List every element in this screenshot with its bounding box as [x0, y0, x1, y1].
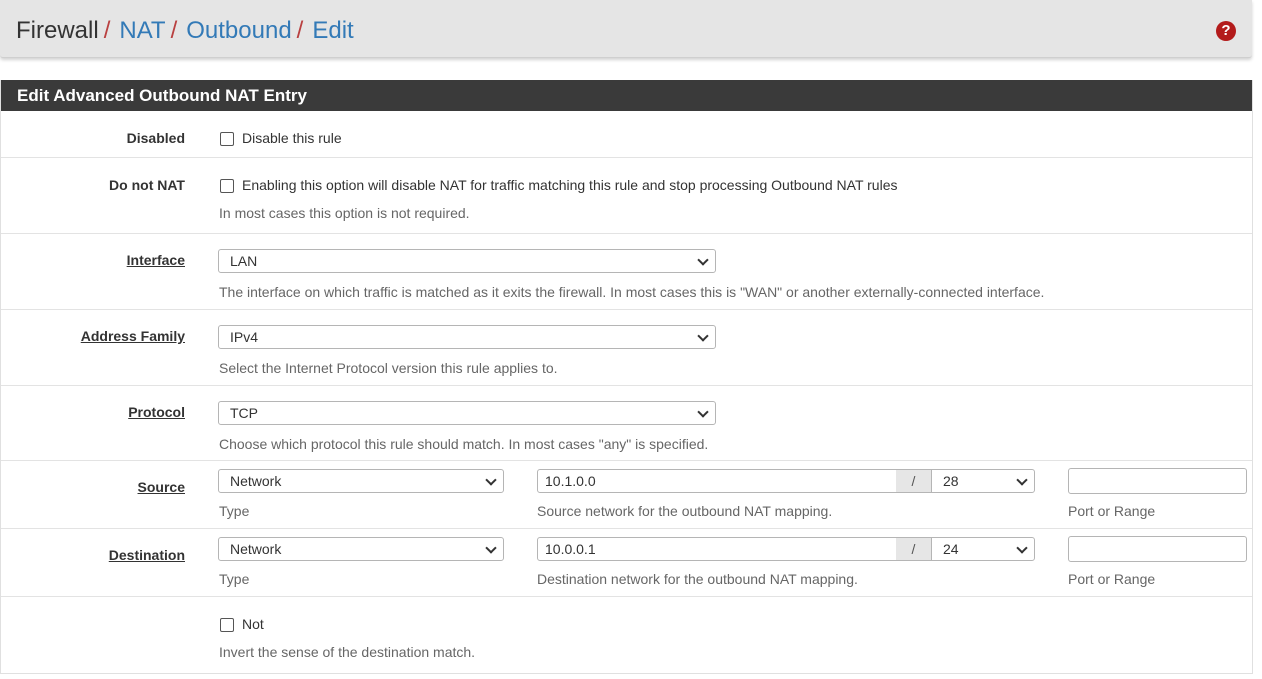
row-destination: Destination Network Type 10.0.0.1 / 24 D… — [1, 529, 1252, 597]
destination-address-input[interactable]: 10.0.0.1 — [537, 537, 897, 561]
breadcrumb-separator: / — [103, 17, 111, 44]
destination-address-help: Destination network for the outbound NAT… — [537, 571, 858, 587]
destination-mask-select[interactable]: 24 — [931, 537, 1035, 561]
address-family-help: Select the Internet Protocol version thi… — [219, 360, 558, 376]
disable-rule-checkbox[interactable] — [220, 132, 234, 146]
disabled-label: Disabled — [126, 130, 185, 146]
address-family-label[interactable]: Address Family — [81, 328, 185, 344]
chevron-down-icon — [697, 330, 709, 342]
protocol-help: Choose which protocol this rule should m… — [219, 436, 709, 452]
chevron-down-icon — [485, 474, 497, 486]
destination-type-help: Type — [219, 571, 250, 587]
breadcrumb-edit-link[interactable]: Edit — [312, 17, 353, 44]
page-header: Firewall / NAT / Outbound / Edit ? — [0, 0, 1252, 58]
protocol-label[interactable]: Protocol — [128, 404, 185, 420]
do-not-nat-checkbox-label[interactable]: Enabling this option will disable NAT fo… — [242, 177, 898, 193]
destination-port-input[interactable] — [1068, 536, 1247, 562]
source-address-help: Source network for the outbound NAT mapp… — [537, 503, 833, 519]
breadcrumb: Firewall / NAT / Outbound / Edit — [16, 16, 354, 46]
destination-mask-value: 24 — [943, 541, 959, 557]
row-protocol: Protocol TCP Choose which protocol this … — [1, 386, 1252, 461]
chevron-down-icon — [1016, 542, 1028, 554]
row-interface: Interface LAN The interface on which tra… — [1, 234, 1252, 310]
destination-not-checkbox-label[interactable]: Not — [242, 616, 264, 632]
interface-select-value: LAN — [230, 253, 258, 269]
breadcrumb-separator: / — [296, 17, 304, 44]
source-address-value: 10.1.0.0 — [545, 473, 596, 489]
source-mask-separator: / — [896, 469, 931, 493]
destination-label[interactable]: Destination — [109, 547, 185, 563]
source-port-input[interactable] — [1068, 468, 1247, 494]
breadcrumb-outbound-link[interactable]: Outbound — [186, 17, 291, 44]
source-type-select-value: Network — [230, 473, 282, 489]
panel-title: Edit Advanced Outbound NAT Entry — [1, 80, 1252, 111]
interface-help: The interface on which traffic is matche… — [219, 284, 1045, 300]
row-address-family: Address Family IPv4 Select the Internet … — [1, 310, 1252, 386]
destination-not-help: Invert the sense of the destination matc… — [219, 644, 476, 660]
destination-type-select-value: Network — [230, 541, 282, 557]
address-family-select-value: IPv4 — [230, 329, 259, 345]
breadcrumb-firewall: Firewall — [16, 17, 99, 44]
destination-type-select[interactable]: Network — [218, 537, 504, 561]
source-mask-value: 28 — [943, 473, 959, 489]
row-source: Source Network Type 10.1.0.0 / 28 Source… — [1, 461, 1252, 529]
row-destination-not: Not Invert the sense of the destination … — [1, 597, 1252, 672]
do-not-nat-checkbox[interactable] — [220, 179, 234, 193]
source-port-help: Port or Range — [1068, 503, 1156, 519]
disable-rule-checkbox-label[interactable]: Disable this rule — [242, 130, 342, 146]
source-type-select[interactable]: Network — [218, 469, 504, 493]
chevron-down-icon — [485, 542, 497, 554]
source-mask-select[interactable]: 28 — [931, 469, 1035, 493]
protocol-select-value: TCP — [230, 405, 258, 421]
interface-select[interactable]: LAN — [218, 249, 716, 273]
protocol-select[interactable]: TCP — [218, 401, 716, 425]
question-circle-icon[interactable]: ? — [1216, 21, 1236, 41]
address-family-select[interactable]: IPv4 — [218, 325, 716, 349]
destination-port-help: Port or Range — [1068, 571, 1156, 587]
row-disabled: Disabled Disable this rule — [1, 111, 1252, 158]
row-do-not-nat: Do not NAT Enabling this option will dis… — [1, 158, 1252, 234]
destination-not-checkbox[interactable] — [220, 618, 234, 632]
nat-entry-panel: Edit Advanced Outbound NAT Entry Disable… — [0, 80, 1253, 674]
source-address-input[interactable]: 10.1.0.0 — [537, 469, 897, 493]
destination-address-value: 10.0.0.1 — [545, 541, 596, 557]
breadcrumb-separator: / — [170, 17, 178, 44]
chevron-down-icon — [697, 254, 709, 266]
interface-label[interactable]: Interface — [127, 252, 185, 268]
chevron-down-icon — [1016, 474, 1028, 486]
chevron-down-icon — [697, 406, 709, 418]
source-type-help: Type — [219, 503, 250, 519]
do-not-nat-label: Do not NAT — [109, 177, 185, 193]
breadcrumb-nat-link[interactable]: NAT — [119, 17, 165, 44]
destination-mask-separator: / — [896, 537, 931, 561]
do-not-nat-help: In most cases this option is not require… — [219, 205, 470, 221]
source-label[interactable]: Source — [138, 479, 185, 495]
